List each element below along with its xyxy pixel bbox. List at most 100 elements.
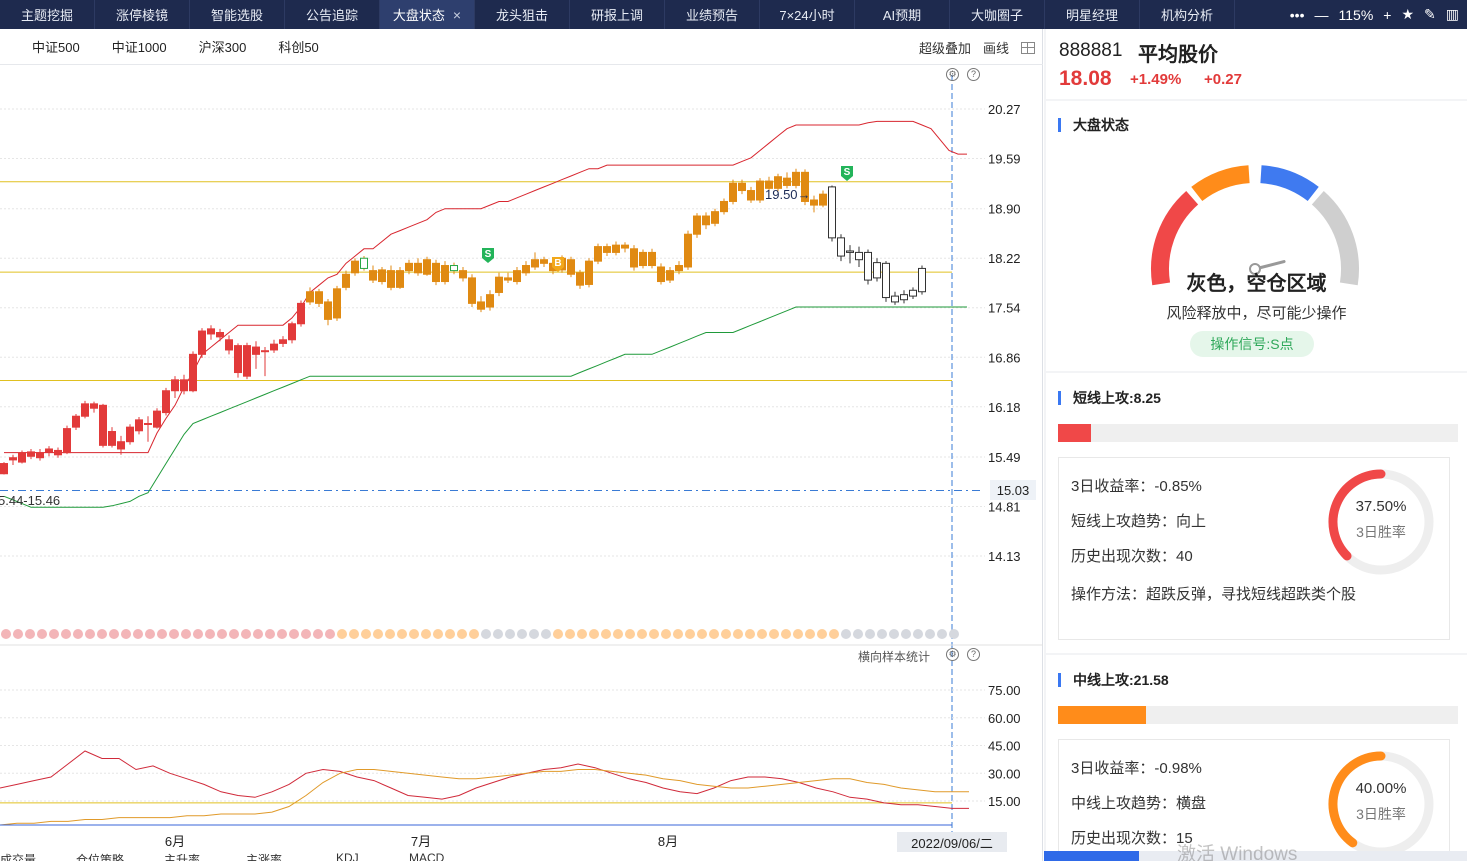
candle [459, 266, 467, 282]
candle-body [468, 277, 476, 304]
candle [270, 339, 278, 353]
tab-research-upgrade[interactable]: 研报上调 [570, 0, 665, 29]
layout-icon[interactable]: ▥ [1446, 6, 1459, 23]
indicator-tab-macd[interactable]: MACD [409, 853, 444, 861]
price-tick-label: 16.18 [988, 400, 1021, 415]
zoom-in-icon[interactable]: + [1383, 7, 1391, 23]
candle-body [675, 265, 683, 272]
tab-leader-sniper[interactable]: 龙头狙击 [475, 0, 570, 29]
candle [729, 179, 737, 205]
candle-body [603, 246, 611, 253]
candle-body [279, 339, 287, 344]
candle [18, 450, 26, 464]
state-dot [73, 629, 83, 639]
candle-body [909, 289, 917, 297]
price-tick-label: 18.90 [988, 202, 1021, 217]
candle [666, 266, 674, 283]
state-dot [541, 629, 551, 639]
candle [630, 245, 638, 271]
panel-bottom-active-tab[interactable] [1044, 851, 1139, 861]
candle [90, 401, 98, 413]
state-dot [553, 629, 563, 639]
help-icon[interactable]: ? [967, 648, 980, 661]
sample-stats-label[interactable]: 横向样本统计 [858, 648, 930, 665]
draw-line-button[interactable]: 画线 [983, 38, 1009, 57]
candle [531, 252, 539, 270]
indicator-tab-rise-rate[interactable]: 主升率 [164, 853, 200, 861]
candle [855, 246, 863, 267]
short-term-stats: 3日收益率：-0.85% 短线上攻趋势：向上 历史出现次数：40 操作方法：超跌… [1058, 457, 1450, 640]
tab-limit-up-prism[interactable]: 涨停棱镜 [95, 0, 190, 29]
state-dot [277, 629, 287, 639]
candle [342, 270, 350, 291]
candle-body [207, 328, 215, 335]
tab-institution-analysis[interactable]: 机构分析 [1140, 0, 1235, 29]
more-icon[interactable]: ••• [1290, 7, 1305, 23]
state-dot [121, 629, 131, 639]
candle [441, 261, 449, 285]
index-tab-csi300[interactable]: 沪深300 [199, 37, 247, 56]
tab-star-managers[interactable]: 明星经理 [1045, 0, 1140, 29]
star-icon[interactable]: ★ [1401, 6, 1414, 23]
stock-change-pct: +1.49% [1130, 71, 1182, 88]
help-icon[interactable]: ? [967, 68, 980, 81]
candle-body [306, 291, 314, 303]
index-tab-star50[interactable]: 科创50 [278, 37, 318, 56]
candle [468, 274, 476, 308]
short-term-trend: 短线上攻趋势：向上 [1071, 513, 1207, 530]
candle-body [342, 273, 350, 288]
state-dot [673, 629, 683, 639]
state-dot [49, 629, 59, 639]
candle [882, 261, 890, 302]
index-tab-csi1000[interactable]: 中证1000 [112, 37, 167, 56]
gauge-segment [1191, 165, 1250, 202]
indicator-tab-volume[interactable]: 成交量 [0, 853, 36, 861]
candle-body [315, 291, 323, 304]
settings-icon[interactable]: ⚙ [946, 648, 959, 661]
candle [693, 213, 701, 238]
zoom-out-icon[interactable]: — [1315, 7, 1329, 23]
indicator-tab-gain-rate[interactable]: 主涨率 [246, 853, 282, 861]
osc-tick-label: 30.00 [988, 766, 1021, 781]
candle [504, 272, 512, 283]
settings-icon[interactable]: ⚙ [946, 68, 959, 81]
state-dot [769, 629, 779, 639]
candle-body [108, 431, 116, 446]
candle [846, 245, 854, 264]
indicator-tab-position[interactable]: 仓位策略 [76, 853, 124, 861]
tab-market-status[interactable]: 大盘状态 × [380, 0, 475, 29]
candle-body [459, 270, 467, 279]
close-icon[interactable]: × [453, 7, 461, 23]
tab-announcement-tracking[interactable]: 公告追踪 [285, 0, 380, 29]
candle-body [378, 269, 386, 283]
candle [657, 263, 665, 285]
tab-ai-forecast[interactable]: AI预期 [855, 0, 950, 29]
candle-body [648, 251, 656, 267]
tab-theme-mining[interactable]: 主题挖掘 [0, 0, 95, 29]
candle-body [918, 267, 926, 293]
grid-layout-icon[interactable] [1021, 41, 1035, 54]
tab-expert-circle[interactable]: 大咖圈子 [950, 0, 1045, 29]
tab-smart-picker[interactable]: 智能选股 [190, 0, 285, 29]
pen-icon[interactable]: ✎ [1424, 6, 1436, 23]
price-tick-label: 15.49 [988, 450, 1021, 465]
market-status-card: 大盘状态 灰色，空仓区域 风险释放中，尽可能少操作 操作信号:S点 [1046, 101, 1467, 371]
candle [144, 416, 152, 442]
candle-body [180, 379, 188, 392]
candle [63, 425, 71, 455]
candle-body [216, 332, 224, 338]
candle-body [90, 403, 98, 409]
state-dot [157, 629, 167, 639]
candle [639, 249, 647, 269]
overlay-button[interactable]: 超级叠加 [919, 38, 971, 57]
candle-body [243, 345, 251, 377]
candlestick-chart[interactable]: 20.27 19.59 18.90 18.22 17.54 16.86 16.18 15.49… [0, 65, 1043, 861]
tab-earnings-forecast[interactable]: 业绩预告 [665, 0, 760, 29]
mid-term-bar-fill [1058, 706, 1146, 724]
index-tab-csi500[interactable]: 中证500 [32, 37, 80, 56]
zoom-level: 115% [1338, 6, 1374, 23]
state-dot [913, 629, 923, 639]
candle [0, 462, 8, 475]
tab-24h-news[interactable]: 7×24小时 [760, 0, 855, 29]
indicator-tab-kdj[interactable]: KDJ [336, 853, 359, 861]
